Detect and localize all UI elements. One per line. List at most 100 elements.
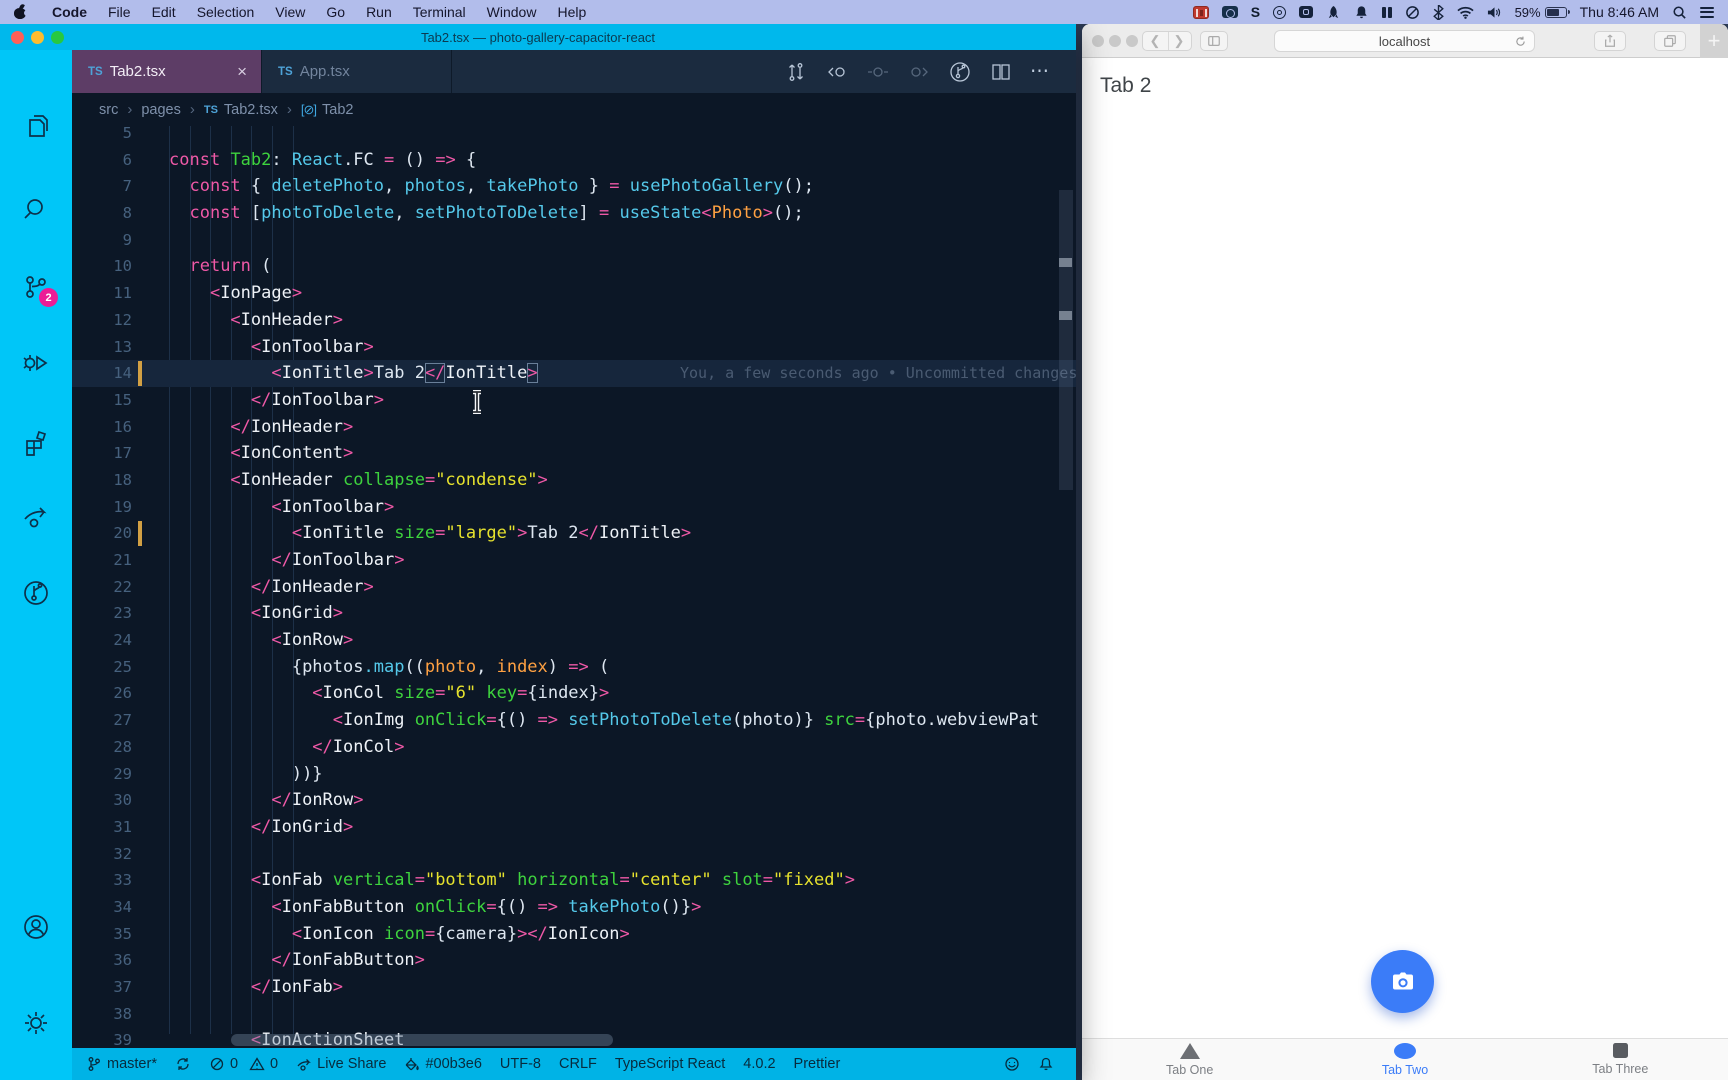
compare-changes-icon[interactable] xyxy=(784,60,808,84)
code-line-13[interactable]: 13 <IonToolbar> xyxy=(72,334,1076,361)
battery-indicator[interactable]: 59% xyxy=(1515,5,1570,20)
menubar-clock[interactable]: Thu 8:46 AM xyxy=(1580,4,1659,20)
zoom-window-button[interactable] xyxy=(1126,35,1138,47)
code-line-25[interactable]: 25 {photos.map((photo, index) => ( xyxy=(72,654,1076,681)
screen-recording-icon[interactable] xyxy=(1192,3,1209,21)
open-change-icon[interactable] xyxy=(866,60,890,84)
tab-button-tab-two[interactable]: Tab Two xyxy=(1297,1039,1512,1080)
code-line-10[interactable]: 10 return ( xyxy=(72,253,1076,280)
code-line-23[interactable]: 23 <IonGrid> xyxy=(72,600,1076,627)
code-line-29[interactable]: 29 ))} xyxy=(72,761,1076,788)
do-not-disturb-icon[interactable] xyxy=(1405,3,1420,21)
code-line-8[interactable]: 8 const [photoToDelete, setPhotoToDelete… xyxy=(72,200,1076,227)
address-bar[interactable]: localhost xyxy=(1274,30,1535,52)
menu-help[interactable]: Help xyxy=(557,4,586,20)
code-line-34[interactable]: 34 <IonFabButton onClick={() => takePhot… xyxy=(72,894,1076,921)
spotlight-search-icon[interactable] xyxy=(1672,3,1687,21)
encoding-indicator[interactable]: UTF-8 xyxy=(500,1056,541,1072)
camera-icon[interactable] xyxy=(1221,3,1238,21)
next-change-icon[interactable] xyxy=(907,60,931,84)
notification-center-icon[interactable] xyxy=(1700,3,1714,21)
problems-indicator[interactable]: 0 0 xyxy=(209,1056,278,1072)
code-line-30[interactable]: 30 </IonRow> xyxy=(72,787,1076,814)
rocket-icon[interactable] xyxy=(1326,3,1341,21)
code-line-24[interactable]: 24 <IonRow> xyxy=(72,627,1076,654)
feedback-smiley-icon[interactable] xyxy=(1004,1056,1020,1072)
menu-terminal[interactable]: Terminal xyxy=(413,4,466,20)
bluetooth-icon[interactable] xyxy=(1432,3,1444,21)
code-line-15[interactable]: 15 </IonToolbar> xyxy=(72,387,1076,414)
peacock-color-button[interactable]: #00b3e6 xyxy=(404,1056,482,1072)
share-button[interactable] xyxy=(1594,31,1626,51)
editor-tab-tab2-tsx[interactable]: TS Tab2.tsx × xyxy=(72,50,262,93)
code-line-9[interactable]: 9 xyxy=(72,227,1076,254)
code-editor[interactable]: 5 6 const Tab2: React.FC = () => {7 const … xyxy=(72,126,1076,1048)
menu-run[interactable]: Run xyxy=(366,4,392,20)
code-line-19[interactable]: 19 <IonToolbar> xyxy=(72,494,1076,521)
code-line-36[interactable]: 36 </IonFabButton> xyxy=(72,947,1076,974)
previous-change-icon[interactable] xyxy=(825,60,849,84)
sidebar-button[interactable] xyxy=(1200,31,1228,51)
account-icon[interactable] xyxy=(21,912,51,942)
back-button[interactable]: ❮ xyxy=(1143,33,1167,49)
editor-horizontal-scrollbar[interactable] xyxy=(231,1034,613,1046)
menu-selection[interactable]: Selection xyxy=(197,4,255,20)
code-line-31[interactable]: 31 </IonGrid> xyxy=(72,814,1076,841)
code-line-28[interactable]: 28 </IonCol> xyxy=(72,734,1076,761)
minimize-window-button[interactable] xyxy=(1109,35,1121,47)
code-line-35[interactable]: 35 <IonIcon icon={camera}></IonIcon> xyxy=(72,921,1076,948)
take-photo-fab-button[interactable] xyxy=(1371,950,1434,1013)
split-editor-icon[interactable] xyxy=(989,60,1013,84)
code-line-16[interactable]: 16 </IonHeader> xyxy=(72,414,1076,441)
apple-menu-icon[interactable] xyxy=(14,2,30,20)
formatter-indicator[interactable]: Prettier xyxy=(794,1056,841,1072)
screen-capture-icon[interactable] xyxy=(1299,3,1314,21)
breadcrumb-item-pages[interactable]: pages xyxy=(141,102,181,118)
code-line-38[interactable]: 38 xyxy=(72,1001,1076,1028)
breadcrumb-item-tab2[interactable]: Tab2 xyxy=(322,102,353,118)
breadcrumb-item-tab2-tsx[interactable]: Tab2.tsx xyxy=(224,102,278,118)
record-icon[interactable] xyxy=(1273,3,1287,21)
eol-indicator[interactable]: CRLF xyxy=(559,1056,597,1072)
run-debug-icon[interactable] xyxy=(21,348,51,378)
settings-gear-icon[interactable] xyxy=(21,1008,51,1038)
live-share-icon[interactable] xyxy=(21,502,51,532)
code-line-5[interactable]: 5 xyxy=(72,126,1076,147)
code-line-26[interactable]: 26 <IonCol size="6" key={index}> xyxy=(72,680,1076,707)
close-window-button[interactable] xyxy=(1092,35,1104,47)
gitlens-icon[interactable] xyxy=(21,578,51,608)
live-share-button[interactable]: Live Share xyxy=(296,1056,386,1072)
new-tab-button[interactable]: + xyxy=(1700,24,1728,58)
code-line-11[interactable]: 11 <IonPage> xyxy=(72,280,1076,307)
menu-go[interactable]: Go xyxy=(326,4,345,20)
code-line-37[interactable]: 37 </IonFab> xyxy=(72,974,1076,1001)
code-line-22[interactable]: 22 </IonHeader> xyxy=(72,574,1076,601)
tslint-version[interactable]: 4.0.2 xyxy=(743,1056,775,1072)
code-line-27[interactable]: 27 <IonImg onClick={() => setPhotoToDele… xyxy=(72,707,1076,734)
zoom-window-button[interactable] xyxy=(51,31,64,44)
code-line-32[interactable]: 32 xyxy=(72,841,1076,868)
tab-button-tab-three[interactable]: Tab Three xyxy=(1513,1039,1728,1080)
explorer-icon[interactable] xyxy=(21,112,51,142)
window-manager-icon[interactable] xyxy=(1382,3,1392,21)
search-icon[interactable] xyxy=(21,194,51,224)
menu-window[interactable]: Window xyxy=(487,4,537,20)
substitute-app-icon[interactable]: S xyxy=(1251,3,1260,21)
vscode-titlebar[interactable]: Tab2.tsx — photo-gallery-capacitor-react xyxy=(0,24,1076,50)
source-control-icon[interactable]: 2 xyxy=(21,272,58,307)
show-tabs-button[interactable] xyxy=(1654,31,1686,51)
more-actions-icon[interactable]: ⋯ xyxy=(1030,60,1050,83)
code-line-21[interactable]: 21 </IonToolbar> xyxy=(72,547,1076,574)
code-line-6[interactable]: 6 const Tab2: React.FC = () => { xyxy=(72,147,1076,174)
reload-icon[interactable] xyxy=(1514,35,1527,48)
code-line-14[interactable]: 14 <IonTitle>Tab 2</IonTitle> You, a few … xyxy=(72,360,1076,387)
minimize-window-button[interactable] xyxy=(31,31,44,44)
notification-bell-icon[interactable] xyxy=(1354,3,1369,21)
menu-code[interactable]: Code xyxy=(52,4,87,20)
tab-button-tab-one[interactable]: Tab One xyxy=(1082,1039,1297,1080)
wifi-icon[interactable] xyxy=(1456,3,1474,21)
gitlens-history-icon[interactable] xyxy=(948,60,972,84)
code-line-20[interactable]: 20 <IonTitle size="large">Tab 2</IonTitl… xyxy=(72,520,1076,547)
menu-file[interactable]: File xyxy=(108,4,131,20)
close-window-button[interactable] xyxy=(11,31,24,44)
